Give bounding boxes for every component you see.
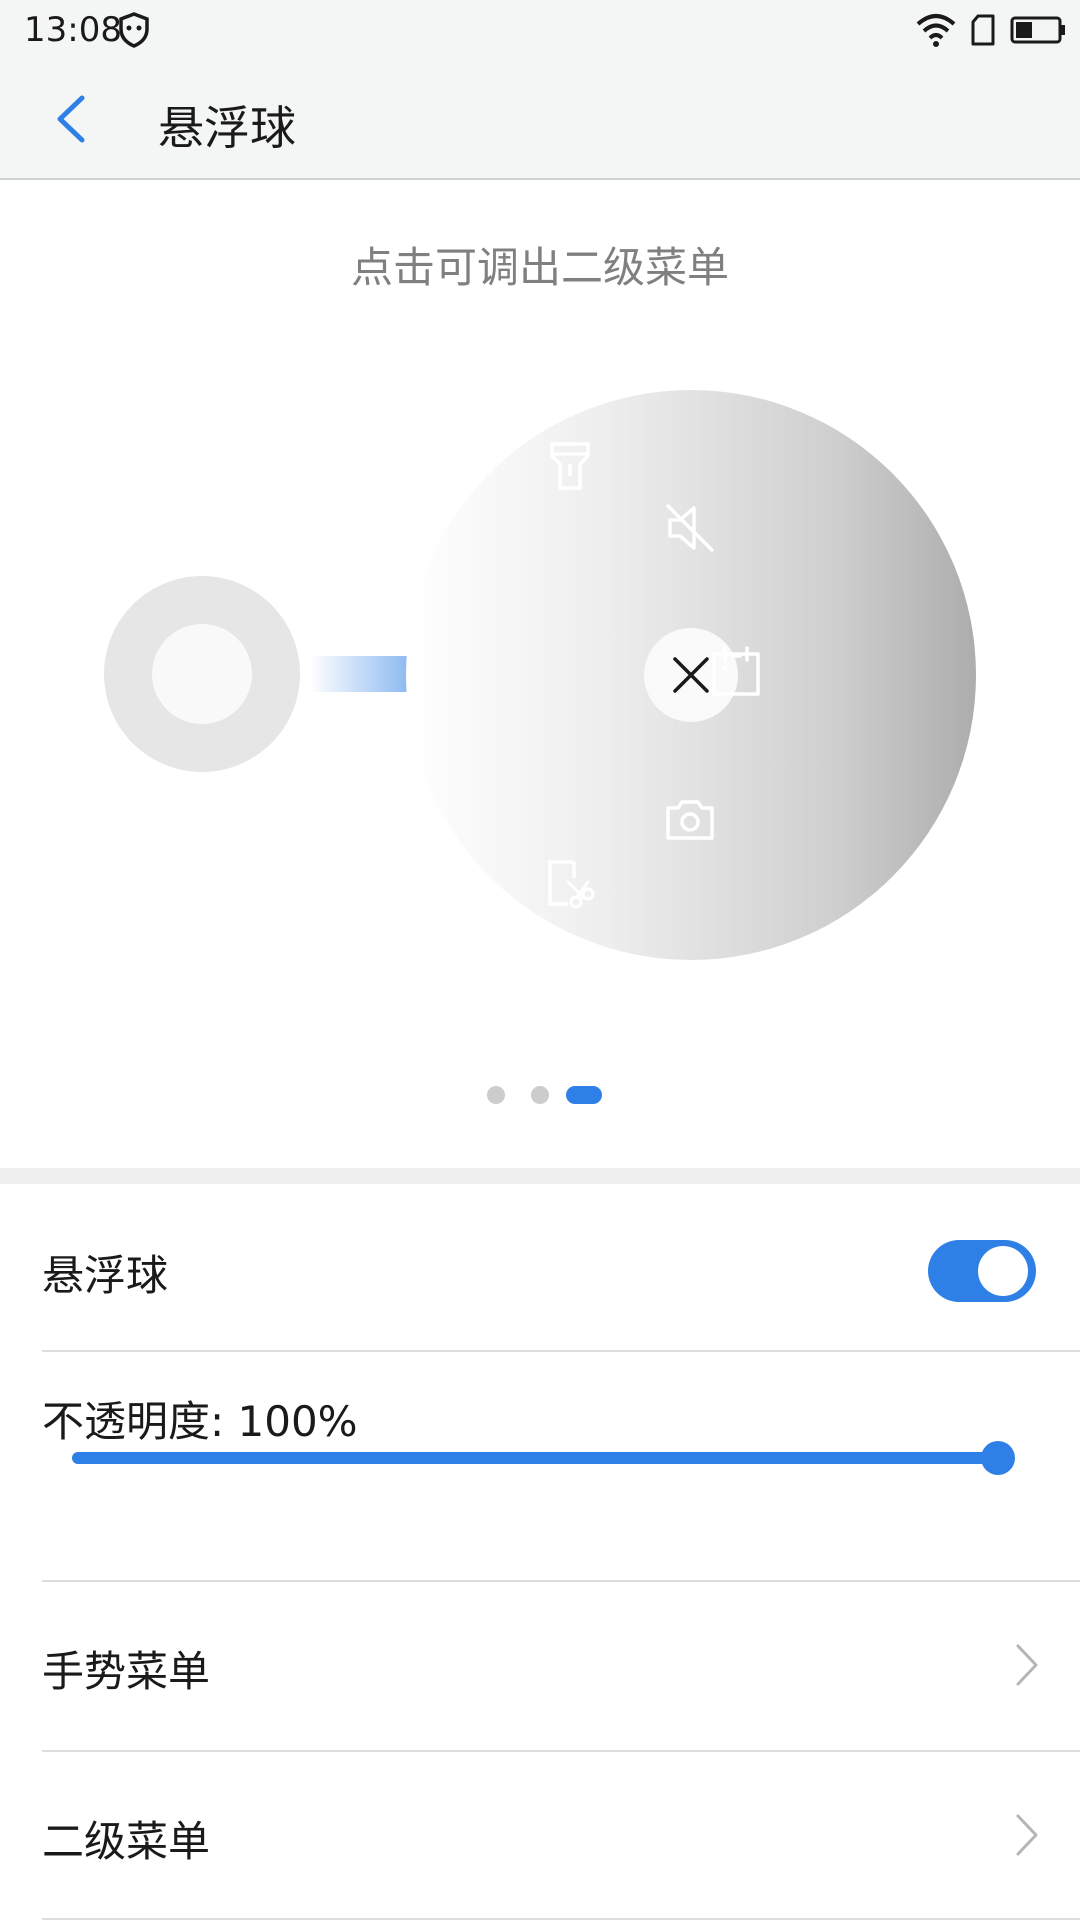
opacity-row: 不透明度: 100% bbox=[0, 1352, 1080, 1582]
secondary-menu-row[interactable]: 二级菜单 bbox=[0, 1752, 1080, 1920]
toggle-knob bbox=[978, 1246, 1028, 1296]
floating-ball-center bbox=[152, 624, 252, 724]
battery-icon bbox=[1010, 16, 1065, 44]
pager-dot[interactable] bbox=[531, 1086, 549, 1104]
wifi-icon bbox=[916, 14, 956, 47]
page-title: 悬浮球 bbox=[158, 101, 296, 155]
app-header: 悬浮球 bbox=[0, 60, 1080, 180]
mute-icon[interactable] bbox=[664, 502, 716, 554]
floating-ball-label: 悬浮球 bbox=[42, 1251, 169, 1300]
pager-dot[interactable] bbox=[487, 1086, 505, 1104]
close-icon bbox=[673, 657, 709, 693]
status-time: 13:08 bbox=[24, 10, 122, 50]
back-arrow-icon[interactable] bbox=[48, 92, 100, 146]
gesture-menu-row[interactable]: 手势菜单 bbox=[0, 1582, 1080, 1752]
chevron-right-icon bbox=[1016, 1814, 1038, 1856]
chevron-right-icon bbox=[1016, 1644, 1038, 1686]
calendar-icon[interactable] bbox=[710, 646, 762, 698]
pager-dot-active[interactable] bbox=[566, 1086, 602, 1104]
screenshot-crop-icon[interactable] bbox=[544, 858, 596, 910]
opacity-slider-thumb[interactable] bbox=[981, 1441, 1015, 1475]
opacity-slider-fill bbox=[72, 1452, 1008, 1464]
camera-icon[interactable] bbox=[664, 794, 716, 846]
sim-card-icon bbox=[971, 14, 995, 46]
floating-ball-toggle[interactable] bbox=[928, 1240, 1036, 1302]
floating-ball-row[interactable]: 悬浮球 bbox=[0, 1184, 1080, 1352]
status-bar: 13:08 bbox=[0, 0, 1080, 60]
floating-ball-preview bbox=[104, 576, 300, 772]
flashlight-icon[interactable] bbox=[544, 440, 596, 492]
secondary-menu-label: 二级菜单 bbox=[42, 1817, 211, 1866]
illustration-hint: 点击可调出二级菜单 bbox=[350, 243, 729, 292]
opacity-label: 不透明度: 100% bbox=[42, 1397, 358, 1446]
section-divider bbox=[0, 1168, 1080, 1184]
pager-indicator bbox=[0, 1086, 1080, 1106]
floating-ball-illustration bbox=[0, 380, 1080, 980]
opacity-slider[interactable] bbox=[72, 1441, 1015, 1475]
gesture-menu-label: 手势菜单 bbox=[42, 1647, 211, 1696]
shield-icon bbox=[119, 12, 149, 48]
secondary-menu-disc bbox=[406, 390, 976, 960]
